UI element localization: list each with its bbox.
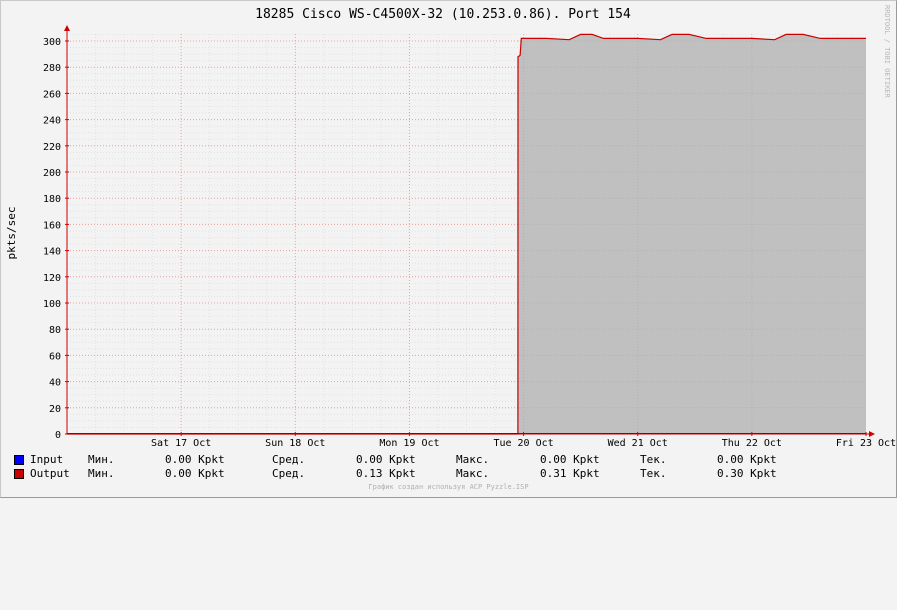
- y-tick-label: 180: [43, 194, 61, 205]
- legend-row-output: Output Мин. 0.00 Kpkt Сред. 0.13 Kpkt Ма…: [14, 467, 777, 481]
- legend-avg-value: 0.00 Kpkt: [356, 453, 416, 466]
- x-tick-label: Tue 20 Oct: [493, 438, 553, 449]
- legend-row-input: Input Мин. 0.00 Kpkt Сред. 0.00 Kpkt Мак…: [14, 453, 777, 467]
- y-tick-label: 100: [43, 299, 61, 310]
- y-tick-label: 140: [43, 247, 61, 258]
- legend-avg-label: Сред.: [272, 467, 306, 480]
- legend-avg-value: 0.13 Kpkt: [356, 467, 416, 480]
- x-tick-label: Fri 23 Oct: [836, 438, 896, 449]
- legend-max-value: 0.31 Kpkt: [540, 467, 600, 480]
- legend-label: Input: [30, 453, 64, 466]
- y-tick-label: 240: [43, 116, 61, 127]
- footer-credit: График создан используя ACP Pyzzle.ISP: [368, 483, 529, 491]
- legend-max-label: Макс.: [456, 467, 490, 480]
- x-tick-label: Thu 22 Oct: [722, 438, 782, 449]
- y-tick-label: 0: [55, 430, 61, 441]
- x-axis-arrow: [869, 431, 875, 437]
- chart-title: 18285 Cisco WS-C4500X-32 (10.253.0.86). …: [255, 7, 631, 22]
- y-axis-arrow: [64, 25, 70, 31]
- rrdtool-credit: RRDTOOL / TOBI OETIKER: [883, 5, 891, 99]
- y-tick-label: 220: [43, 142, 61, 153]
- y-tick-label: 200: [43, 168, 61, 179]
- legend-min-label: Мин.: [88, 453, 115, 466]
- legend-cur-value: 0.30 Kpkt: [717, 467, 777, 480]
- legend-min-label: Мин.: [88, 467, 115, 480]
- y-tick-label: 20: [49, 404, 61, 415]
- y-axis-label: pkts/sec: [5, 207, 18, 260]
- y-tick-label: 120: [43, 273, 61, 284]
- x-tick-label: Sat 17 Oct: [151, 438, 211, 449]
- y-tick-label: 300: [43, 37, 61, 48]
- x-tick-label: Sun 18 Oct: [265, 438, 325, 449]
- traffic-chart: 0 20 40 60 80 100 120 140 160 180 200 220 240 260 280 3…: [5, 5, 896, 449]
- y-tick-label: 60: [49, 351, 61, 362]
- legend-cur-label: Тек.: [640, 467, 667, 480]
- y-tick-label: 80: [49, 325, 61, 336]
- legend-max-label: Макс.: [456, 453, 490, 466]
- legend-swatch-output: [14, 469, 24, 479]
- x-tick-label: Wed 21 Oct: [608, 438, 668, 449]
- legend-label: Output: [30, 467, 70, 480]
- legend-cur-value: 0.00 Kpkt: [717, 453, 777, 466]
- y-tick-label: 40: [49, 378, 61, 389]
- legend-avg-label: Сред.: [272, 453, 306, 466]
- legend-cur-label: Тек.: [640, 453, 667, 466]
- y-tick-label: 280: [43, 63, 61, 74]
- y-tick-label: 260: [43, 89, 61, 100]
- legend-max-value: 0.00 Kpkt: [540, 453, 600, 466]
- y-tick-label: 160: [43, 220, 61, 231]
- legend-swatch-input: [14, 455, 24, 465]
- x-tick-label: Mon 19 Oct: [379, 438, 439, 449]
- legend-min-value: 0.00 Kpkt: [165, 453, 225, 466]
- legend-min-value: 0.00 Kpkt: [165, 467, 225, 480]
